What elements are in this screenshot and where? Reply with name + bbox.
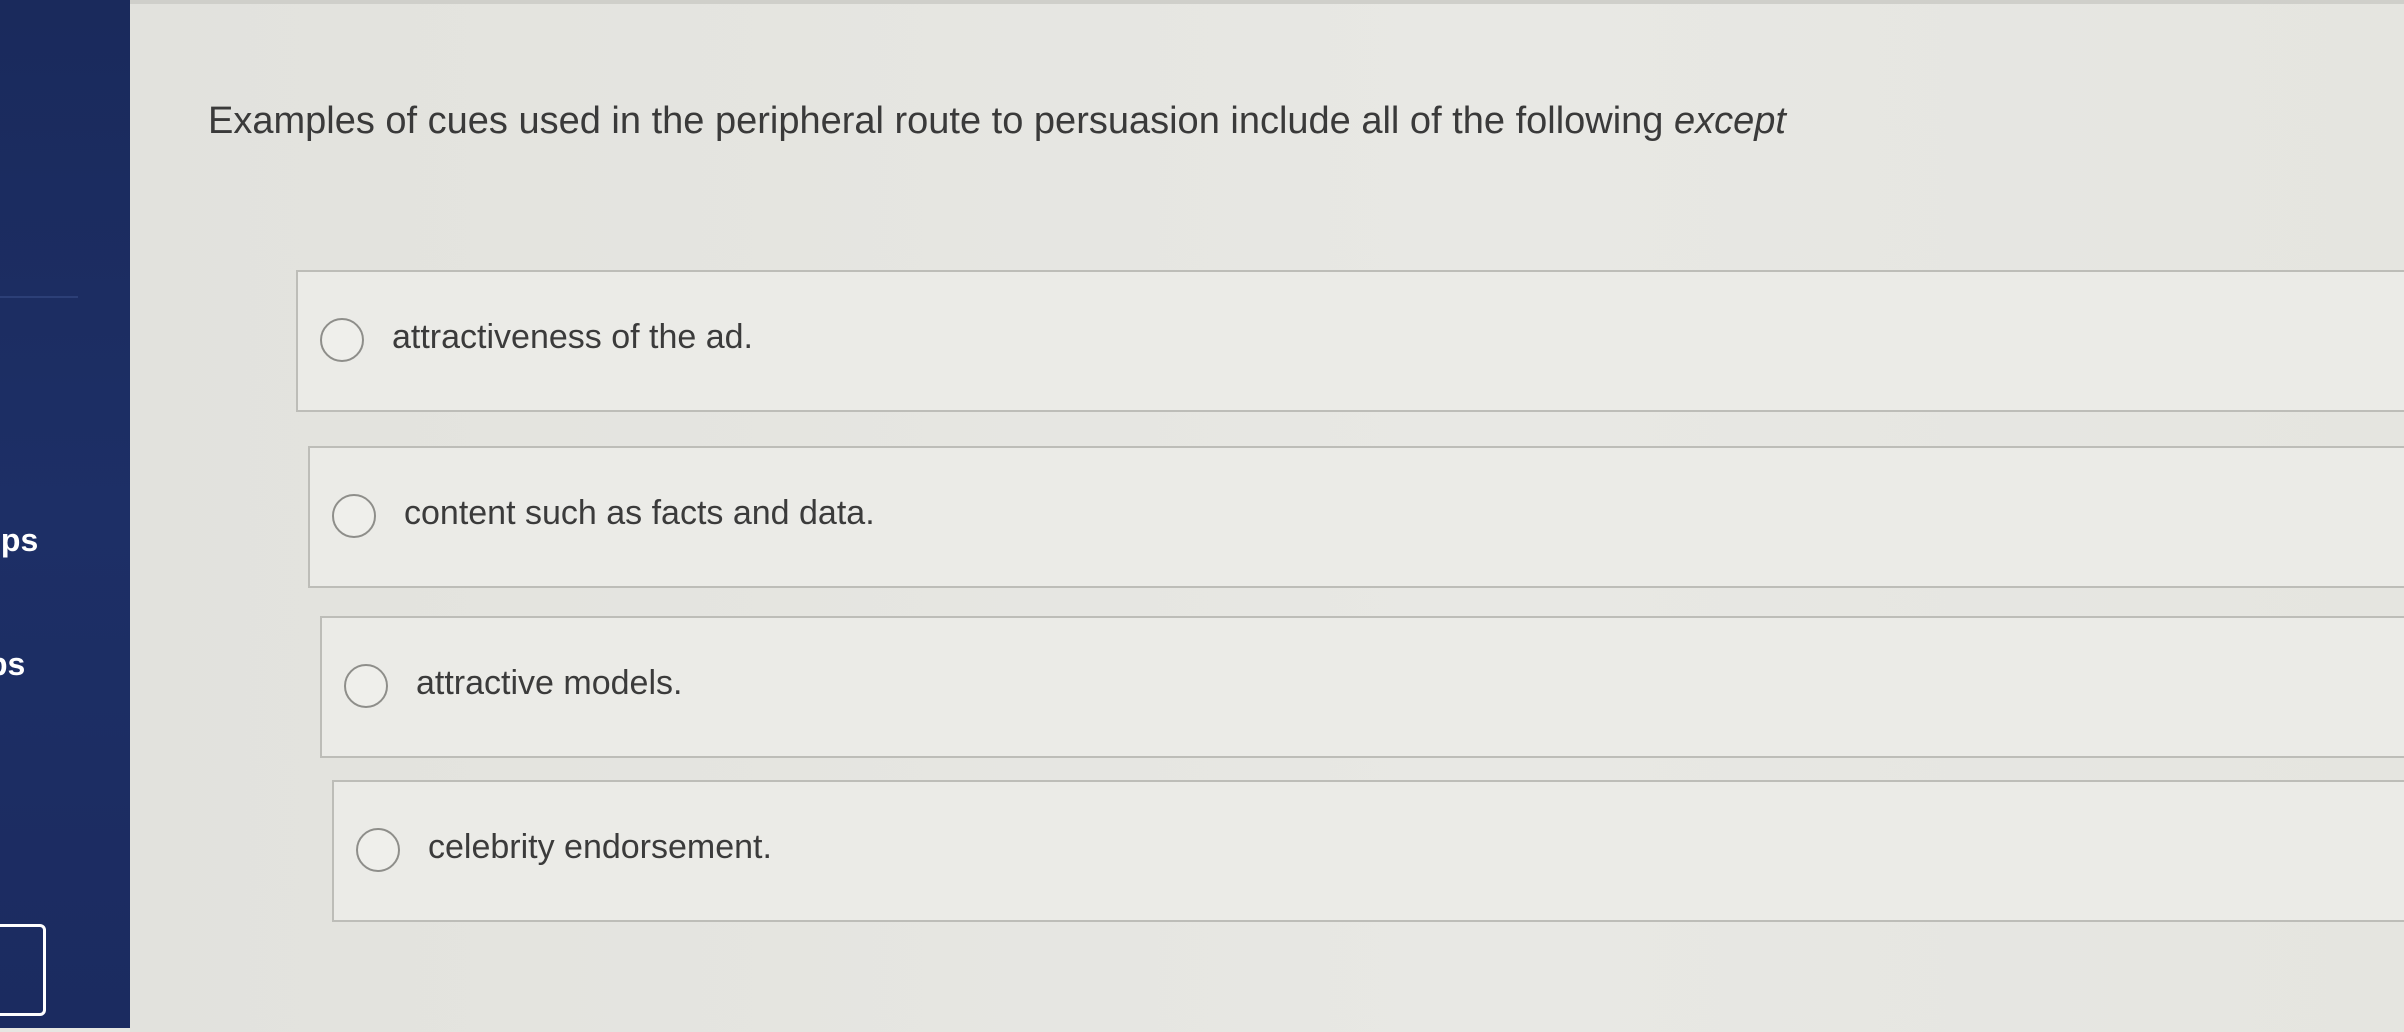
answer-option-label: attractiveness of the ad. <box>392 318 753 356</box>
radio-button-icon[interactable] <box>356 828 400 872</box>
sidebar-divider <box>0 296 78 298</box>
answer-option-label: attractive models. <box>416 664 683 702</box>
answer-option-label: content such as facts and data. <box>404 494 875 532</box>
question-text: Examples of cues used in the peripheral … <box>208 100 2308 143</box>
answer-option[interactable]: attractiveness of the ad. <box>296 270 2404 412</box>
answer-option[interactable]: content such as facts and data. <box>308 446 2404 588</box>
radio-button-icon[interactable] <box>320 318 364 362</box>
sidebar-button[interactable] <box>0 924 46 1016</box>
question-stem: Examples of cues used in the peripheral … <box>208 100 1664 142</box>
sidebar: ips ps <box>0 0 130 1028</box>
radio-button-icon[interactable] <box>344 664 388 708</box>
sidebar-item-2[interactable]: ps <box>0 646 25 683</box>
answer-option[interactable]: attractive models. <box>320 616 2404 758</box>
answer-option[interactable]: celebrity endorsement. <box>332 780 2404 922</box>
sidebar-item-1[interactable]: ips <box>0 522 38 559</box>
radio-button-icon[interactable] <box>332 494 376 538</box>
question-emphasis: except <box>1674 100 1786 142</box>
answer-option-label: celebrity endorsement. <box>428 828 772 866</box>
